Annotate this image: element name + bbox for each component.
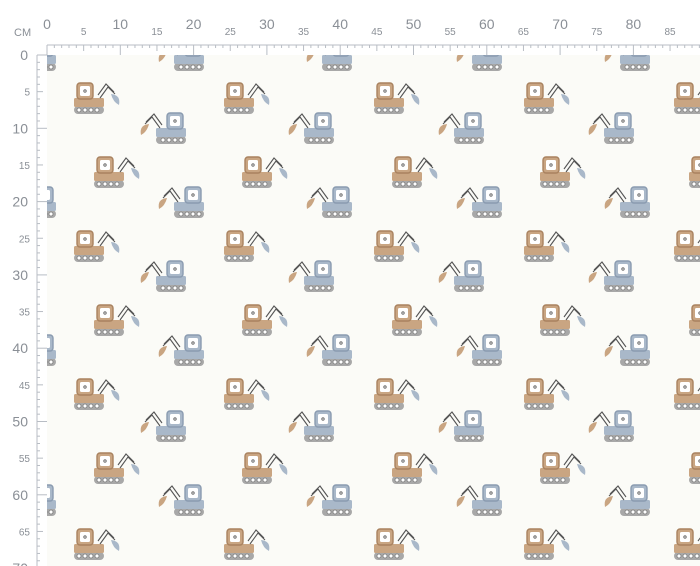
top-ruler-label: 35 (298, 27, 310, 38)
top-ruler-label: 45 (371, 27, 383, 38)
top-ruler-label: 10 (113, 16, 129, 32)
top-ruler-label: 80 (626, 16, 642, 32)
left-ruler-label: 50 (12, 414, 28, 430)
top-ruler-label: 5 (81, 27, 87, 38)
top-ruler-label: 15 (151, 27, 163, 38)
fabric-canvas[interactable]: 0 10 20 30 40 50 60 70 80 5 15 25 35 45 55 65 75 85 0 10 20… (0, 0, 700, 566)
top-ruler-label: 65 (518, 27, 530, 38)
left-ruler-label: 55 (19, 454, 31, 465)
left-ruler-label: 30 (12, 267, 28, 283)
top-ruler-label: 70 (552, 16, 568, 32)
top-ruler-label: 20 (186, 16, 202, 32)
left-ruler-label: 65 (19, 527, 31, 538)
top-ruler-label: 30 (259, 16, 275, 32)
left-ruler-label: 35 (19, 308, 31, 319)
top-ruler-label: 0 (43, 16, 51, 32)
fabric-preview-viewer: 0 10 20 30 40 50 60 70 80 5 15 25 35 45 55 65 75 85 0 10 20… (0, 0, 700, 566)
top-ruler-label: 60 (479, 16, 495, 32)
left-ruler-label: 20 (12, 194, 28, 210)
top-ruler-label: 25 (225, 27, 237, 38)
left-ruler-label: 40 (12, 340, 28, 356)
top-ruler-label: 50 (406, 16, 422, 32)
top-ruler-label: 75 (591, 27, 603, 38)
top-ruler-label: 55 (445, 27, 457, 38)
left-ruler-label: 45 (19, 381, 31, 392)
left-ruler-label: 25 (19, 234, 31, 245)
ruler-unit-label: CM (14, 27, 32, 39)
left-ruler-label: 0 (20, 47, 28, 63)
left-ruler-label: 10 (12, 120, 28, 136)
top-ruler-label: 85 (664, 27, 676, 38)
left-ruler-label: 70 (12, 560, 28, 566)
left-ruler-label: 15 (19, 161, 31, 172)
top-ruler-label: 40 (332, 16, 348, 32)
left-ruler-label: 60 (12, 487, 28, 503)
left-ruler-label: 5 (24, 88, 30, 99)
